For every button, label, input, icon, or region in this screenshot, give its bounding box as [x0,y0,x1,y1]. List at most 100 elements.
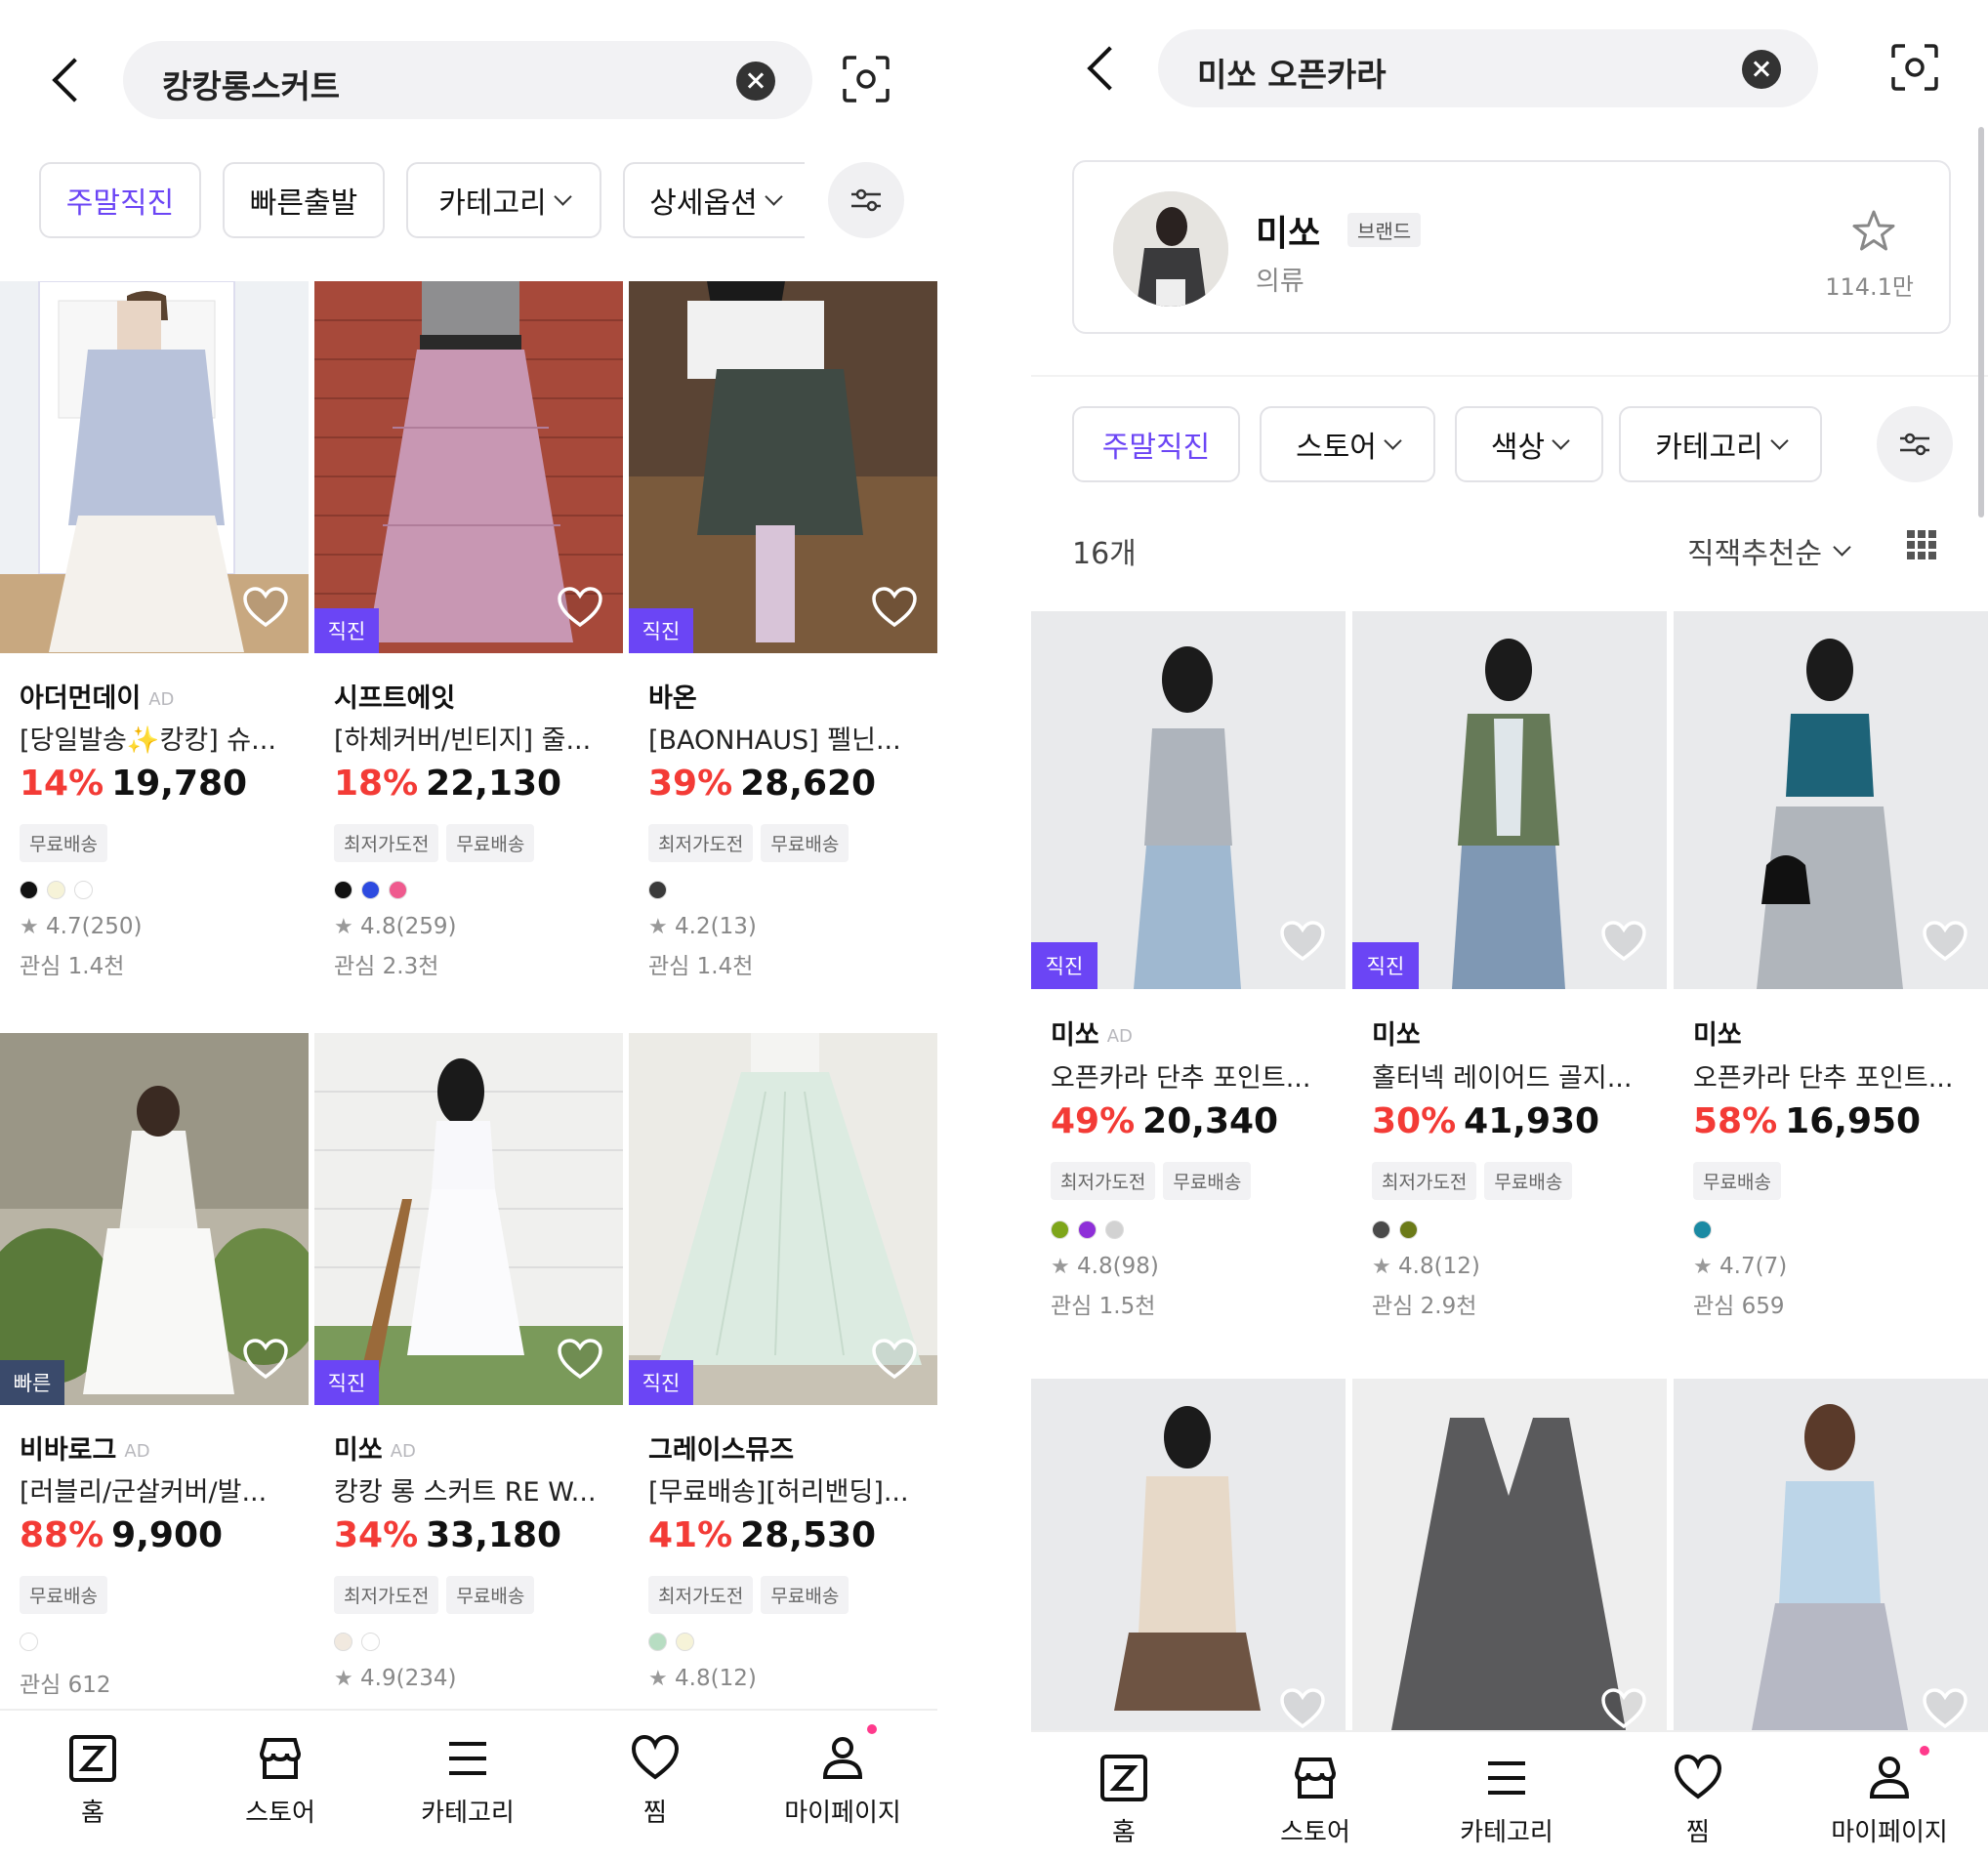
product-price: 58% 16,950 [1693,1101,1921,1141]
discount-rate: 18% [334,764,419,804]
rating-value: 4.2(13) [675,914,757,939]
chip-store[interactable]: 스토어 [1260,406,1435,482]
camera-search-icon[interactable] [842,55,890,103]
product-interest: 관심 1.4천 [648,954,754,979]
product-brand: 시프트에잇 [334,677,455,715]
camera-search-icon[interactable] [1890,43,1939,92]
chip-weekend-direct[interactable]: 주말직진 [1072,406,1240,482]
product-card[interactable]: 아더먼데이 AD [당일발송✨캉캉] 슈... 14% 19,780 무료배송 ★ … [0,281,309,984]
notification-dot [1920,1746,1929,1756]
heart-icon[interactable] [1279,920,1326,963]
heart-icon[interactable] [557,1338,603,1381]
divider [1031,375,1988,377]
discount-rate: 88% [20,1515,104,1555]
tag: 최저가도전 [334,824,439,862]
heart-icon[interactable] [1922,920,1968,963]
search-bar[interactable]: 미쏘 오픈카라 [1158,29,1818,107]
nav-category[interactable]: 카테고리 [1414,1752,1599,1848]
brand-name: 미쏘 [1693,1020,1742,1051]
chevron-down-icon [765,186,783,206]
search-bar[interactable]: 캉캉롱스커트 [123,41,812,119]
product-price: 30% 41,930 [1372,1101,1599,1141]
back-button[interactable] [1084,41,1123,96]
filter-settings-button[interactable] [1877,406,1953,482]
scrollbar[interactable] [1978,127,1984,517]
discount-rate: 49% [1051,1101,1136,1141]
chevron-down-icon [1384,431,1402,450]
grid-view-icon[interactable] [1906,529,1937,560]
heart-icon[interactable] [1600,1687,1647,1730]
heart-icon[interactable] [871,1338,918,1381]
direct-badge: 직진 [1031,942,1098,989]
heart-icon[interactable] [242,586,289,629]
product-card[interactable]: 빠른 비바로그 AD [러블리/군살커버/발... 88% 9,900 무료배송 관… [0,1033,309,1716]
product-card[interactable]: 직진 시프트에잇 [하체커버/빈티지] 줄... 18% 22,130 최저가도전… [314,281,623,984]
chip-weekend-direct[interactable]: 주말직진 [39,162,201,238]
home-z-icon [1100,1755,1147,1801]
brand-card[interactable]: 미쏘 브랜드 의류 114.1만 [1072,160,1951,334]
nav-home[interactable]: 홈 [0,1732,186,1829]
product-card[interactable]: 미쏘 오픈카라 단추 포인트... 58% 16,950 무료배송 ★ 4.7(7… [1674,611,1988,1334]
price-amount: 33,180 [426,1515,562,1555]
nav-category[interactable]: 카테고리 [375,1732,560,1829]
sort-dropdown[interactable]: 직잭추천순 [1687,529,1851,572]
product-card[interactable] [1674,1379,1988,1730]
product-brand: 미쏘 [1693,1013,1742,1052]
product-title: [러블리/군살커버/발... [20,1477,268,1508]
heart-icon[interactable] [242,1338,289,1381]
color-swatch [1372,1220,1390,1239]
color-swatch [334,881,352,899]
filter-settings-button[interactable] [828,162,904,238]
price-amount: 41,930 [1464,1101,1600,1141]
product-card[interactable]: 직진 미쏘 AD 오픈카라 단추 포인트... 49% 20,340 최저가도전 무료… [1031,611,1346,1334]
product-card[interactable]: 직진 미쏘 홀터넥 레이어드 골지... 30% 41,930 최저가도전 무료배송… [1352,611,1667,1334]
user-icon [1869,1757,1910,1799]
direct-badge: 직진 [314,1360,379,1405]
chip-color[interactable]: 색상 [1455,406,1603,482]
product-card[interactable]: 직진 바온 [BAONHAUS] 펠닌... 39% 28,620 최저가도전 무료… [629,281,937,984]
heart-icon[interactable] [1600,920,1647,963]
nav-mypage[interactable]: 마이페이지 [1797,1752,1982,1848]
product-tags: 최저가도전 무료배송 [648,824,849,862]
product-tags: 무료배송 [20,1576,107,1614]
back-button[interactable] [49,53,88,107]
notification-dot [867,1724,877,1734]
heart-icon[interactable] [871,586,918,629]
rating-value: 4.9(234) [360,1666,457,1691]
heart-icon[interactable] [1922,1687,1968,1730]
ad-label: AD [124,1441,150,1462]
heart-icon[interactable] [1279,1687,1326,1730]
product-price: 49% 20,340 [1051,1101,1278,1141]
brand-avatar [1113,191,1228,307]
clear-search-icon[interactable] [736,62,775,101]
tag: 무료배송 [20,1576,107,1614]
color-swatch [1051,1220,1069,1239]
product-rating: ★ 4.8(259) [334,914,456,939]
product-card[interactable] [1031,1379,1346,1730]
chip-fast-departure[interactable]: 빠른출발 [223,162,385,238]
product-card[interactable] [1352,1379,1667,1730]
chevron-down-icon [1552,431,1570,450]
color-swatch [1693,1220,1712,1239]
chip-category[interactable]: 카테고리 [406,162,601,238]
nav-store[interactable]: 스토어 [187,1732,373,1829]
product-card[interactable]: 직진 미쏘 AD 캉캉 롱 스커트 RE W... 34% 33,180 최저가도전… [314,1033,623,1716]
product-title: 캉캉 롱 스커트 RE W... [334,1477,597,1508]
chevron-down-icon [554,186,572,206]
color-swatch [74,881,93,899]
tag: 무료배송 [761,824,849,862]
nav-mypage[interactable]: 마이페이지 [750,1732,935,1829]
nav-home[interactable]: 홈 [1031,1752,1217,1848]
color-swatches [20,1633,38,1651]
star-icon[interactable] [1849,207,1898,256]
chip-category[interactable]: 카테고리 [1619,406,1822,482]
nav-wishlist[interactable]: 찜 [1605,1752,1791,1848]
clear-search-icon[interactable] [1742,50,1781,89]
nav-wishlist[interactable]: 찜 [562,1732,748,1829]
chip-label: 카테고리 [1655,431,1763,465]
chip-detail-options[interactable]: 상세옵션 [623,162,805,238]
product-card[interactable]: 직진 그레이스뮤즈 [무료배송][허리밴딩]... 41% 28,530 최저가도… [629,1033,937,1716]
bottom-nav: 홈 스토어 카테고리 찜 마이페이지 [0,1709,937,1861]
heart-icon[interactable] [557,586,603,629]
nav-store[interactable]: 스토어 [1222,1752,1408,1848]
